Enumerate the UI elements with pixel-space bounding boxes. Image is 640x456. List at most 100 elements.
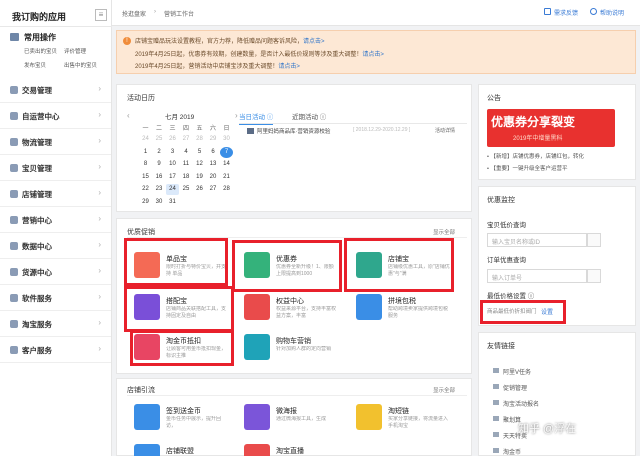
calendar-day[interactable]: 24: [166, 184, 179, 195]
friend-link[interactable]: 促销管理: [503, 383, 527, 392]
prev-month-icon[interactable]: ‹: [127, 111, 130, 120]
calendar-day[interactable]: 18: [180, 172, 193, 183]
calendar-day[interactable]: 4: [180, 147, 193, 158]
search-icon[interactable]: [587, 233, 601, 247]
sidebar-item-trade[interactable]: 交易管理 ›: [0, 77, 111, 103]
min-price-setting-label: 最低价格设置 ⓘ: [487, 293, 535, 300]
tool-short-link[interactable]: 淘短链 买家分享链接，将流量进入手机淘宝: [356, 404, 452, 432]
calendar-day[interactable]: 27: [180, 134, 193, 145]
sidebar-item-supply[interactable]: 货源中心 ›: [0, 259, 111, 285]
calendar-day[interactable]: 5: [193, 147, 206, 158]
quick-link[interactable]: 发布宝贝: [24, 61, 46, 69]
quick-link[interactable]: 出售中的宝贝: [64, 61, 97, 69]
calendar-day[interactable]: 28: [220, 184, 233, 195]
link-icon: [493, 448, 499, 453]
tab-recent[interactable]: 近期活动 ⓘ: [292, 111, 326, 121]
sidebar-item-self-op[interactable]: 自运营中心 ›: [0, 103, 111, 129]
calendar-day[interactable]: 16: [153, 172, 166, 183]
calendar-day[interactable]: 22: [139, 184, 152, 195]
calendar-day[interactable]: 31: [166, 197, 179, 208]
tool-crossborder-tax[interactable]: 拼境包税 帮助跨境卖家提供跨境包税服务: [356, 294, 452, 322]
sidebar-item-label: 营销中心: [22, 216, 52, 225]
tool-live[interactable]: 淘宝直播: [244, 444, 340, 456]
calendar-day[interactable]: 30: [220, 134, 233, 145]
collapse-icon[interactable]: ≡: [95, 9, 107, 21]
event-detail-link[interactable]: 活动详情: [435, 127, 455, 134]
sidebar-item-items[interactable]: 宝贝管理 ›: [0, 155, 111, 181]
calendar-day[interactable]: 26: [193, 184, 206, 195]
friend-link[interactable]: 淘宝活动报名: [503, 399, 539, 408]
sidebar-item-shop[interactable]: 店铺管理 ›: [0, 181, 111, 207]
calendar-day[interactable]: 26: [166, 134, 179, 145]
event-title[interactable]: 阿里妈妈商品库·营销资源校验: [257, 127, 330, 135]
tool-shop-alliance[interactable]: 店铺联盟: [134, 444, 230, 456]
order-search-input[interactable]: 输入订单号: [487, 269, 587, 283]
calendar-day[interactable]: 24: [139, 134, 152, 145]
calendar-day[interactable]: 13: [207, 159, 220, 170]
show-all-link[interactable]: 显示全部: [433, 228, 455, 236]
calendar-day[interactable]: 21: [220, 172, 233, 183]
tool-rights-center[interactable]: 权益中心 权益来源平台，支持丰富权益方案，丰富: [244, 294, 340, 322]
friend-link[interactable]: 淘金币: [503, 447, 521, 456]
weekday-label: 二: [155, 126, 162, 132]
notice-banner: ! 店铺宝赠品玩法设置教程，官方力荐，降低赠品问题客诉风险，请点击> 2019年…: [116, 30, 636, 74]
tool-micro-poster[interactable]: 微海报 通过微海报工具，生成: [244, 404, 340, 432]
calendar-day[interactable]: 8: [139, 159, 152, 170]
calendar-day[interactable]: 29: [207, 134, 220, 145]
calendar-day[interactable]: 25: [153, 134, 166, 145]
sidebar-item-data[interactable]: 数据中心 ›: [0, 233, 111, 259]
announcement-item[interactable]: • 【新增】店铺优惠券，店铺红包，转化: [487, 152, 584, 160]
link-icon: [493, 384, 499, 389]
help-link[interactable]: 帮助说明: [600, 8, 624, 17]
promo-banner[interactable]: 优惠券分享裂变 2019年中增量黑科: [487, 109, 615, 147]
calendar-day[interactable]: 12: [193, 159, 206, 170]
calendar-day[interactable]: 30: [153, 197, 166, 208]
calendar-day[interactable]: 29: [139, 197, 152, 208]
quick-link[interactable]: 评价管理: [64, 47, 86, 55]
link-icon: [493, 416, 499, 421]
calendar-day[interactable]: 11: [180, 159, 193, 170]
top-bar: 抢逛盘家 › 营销工作台 需求反馈 帮助说明: [112, 0, 640, 26]
calendar-day[interactable]: 23: [153, 184, 166, 195]
notice-link[interactable]: 请点击>: [362, 52, 384, 58]
tool-name: 淘短链: [388, 408, 409, 415]
sidebar-item-marketing[interactable]: 营销中心 ›: [0, 207, 111, 233]
friend-link[interactable]: 阿里V任务: [503, 367, 531, 376]
sidebar-item-customer-service[interactable]: 客户服务 ›: [0, 337, 111, 363]
calendar-day[interactable]: 6: [207, 147, 220, 158]
calendar-day[interactable]: 25: [180, 184, 193, 195]
calendar-day[interactable]: 14: [220, 159, 233, 170]
calendar-day[interactable]: 20: [207, 172, 220, 183]
calendar-day[interactable]: 9: [153, 159, 166, 170]
sidebar-item-label: 淘宝服务: [22, 320, 52, 329]
show-all-link[interactable]: 显示全部: [433, 386, 455, 394]
calendar-day[interactable]: 17: [166, 172, 179, 183]
breadcrumb-home[interactable]: 抢逛盘家: [122, 9, 146, 18]
data-icon: [10, 242, 18, 250]
next-month-icon[interactable]: ›: [235, 111, 238, 120]
supply-icon: [10, 268, 18, 276]
calendar-day[interactable]: 10: [166, 159, 179, 170]
calendar-day[interactable]: 1: [139, 147, 152, 158]
quick-link[interactable]: 已卖出的宝贝: [24, 47, 57, 55]
sidebar-item-logistics[interactable]: 物流管理 ›: [0, 129, 111, 155]
calendar-day[interactable]: 2: [153, 147, 166, 158]
tool-cart-marketing[interactable]: 购物车营销 针对加购人群的定向营销: [244, 334, 340, 362]
sidebar-item-label: 软件服务: [22, 294, 52, 303]
sidebar-item-taobao-service[interactable]: 淘宝服务 ›: [0, 311, 111, 337]
calendar-day[interactable]: 19: [193, 172, 206, 183]
calendar-day[interactable]: 28: [193, 134, 206, 145]
item-search-input[interactable]: 输入宝贝名称或ID: [487, 233, 587, 247]
friend-links-panel: 友情链接 阿里V任务 促销管理 淘宝活动报名 聚划算 天天特卖 淘金币: [478, 332, 636, 456]
tool-checkin-coins[interactable]: 签到送金币 金币任务中展示，提升回访，: [134, 404, 230, 432]
announcement-item[interactable]: • 【重要】一键升级全客户运营平: [487, 164, 567, 172]
sidebar-item-software[interactable]: 软件服务 ›: [0, 285, 111, 311]
calendar-day[interactable]: 7: [220, 146, 233, 158]
notice-link[interactable]: 请点击>: [278, 64, 300, 70]
calendar-day[interactable]: 27: [207, 184, 220, 195]
feedback-link[interactable]: 需求反馈: [554, 8, 578, 17]
notice-link[interactable]: 请点击>: [303, 39, 325, 45]
calendar-day[interactable]: 15: [139, 172, 152, 183]
search-icon[interactable]: [587, 269, 601, 283]
calendar-day[interactable]: 3: [166, 147, 179, 158]
